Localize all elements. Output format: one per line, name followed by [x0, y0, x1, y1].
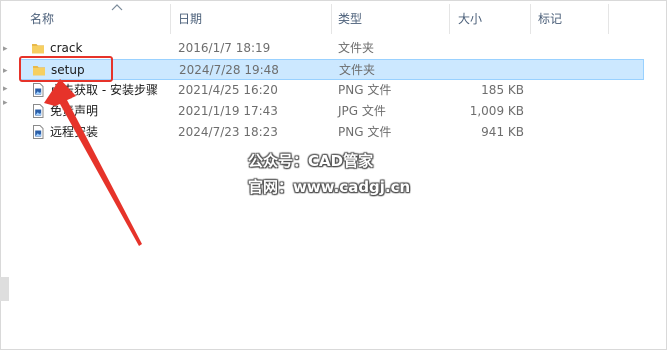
image-file-icon	[31, 125, 45, 139]
file-row[interactable]: 远程安装 2024/7/23 18:23 PNG 文件 941 KB	[20, 122, 644, 143]
file-type: PNG 文件	[338, 125, 392, 139]
navigation-pane-edge: ▸ ▸ ▸ ▸	[0, 0, 12, 350]
image-file-icon	[31, 104, 45, 118]
file-size: 185 KB	[481, 83, 524, 97]
column-divider[interactable]	[331, 4, 332, 34]
image-file-icon	[31, 83, 45, 97]
column-divider[interactable]	[449, 4, 450, 34]
watermark-line-1: 公众号：CAD管家	[248, 152, 374, 170]
column-header-name[interactable]: 名称	[30, 11, 54, 27]
file-name: 远程安装	[50, 125, 99, 139]
file-type: PNG 文件	[338, 83, 392, 97]
pin-icon: ▸	[3, 98, 8, 108]
column-divider[interactable]	[530, 4, 531, 34]
file-name: 点击获取 - 安装步骤	[50, 83, 158, 97]
file-size	[456, 38, 524, 59]
column-header-row: 名称 日期 类型 大小 标记	[20, 0, 660, 36]
file-size: 1,009 KB	[469, 104, 524, 118]
watermark: 公众号：CAD管家 官网：www.cadgj.cn	[248, 148, 448, 200]
column-divider[interactable]	[170, 4, 171, 34]
file-type: JPG 文件	[338, 104, 386, 118]
file-date: 2021/4/25 16:20	[178, 83, 278, 97]
file-size: 941 KB	[481, 125, 524, 139]
file-date: 2021/1/19 17:43	[178, 104, 278, 118]
annotation-highlight-box	[19, 56, 113, 82]
column-divider[interactable]	[608, 4, 609, 34]
column-header-tags[interactable]: 标记	[538, 11, 562, 27]
file-row[interactable]: 免责声明 2021/1/19 17:43 JPG 文件 1,009 KB	[20, 101, 644, 122]
file-row[interactable]: crack 2016/1/7 18:19 文件夹	[20, 38, 644, 59]
column-header-type[interactable]: 类型	[338, 11, 362, 27]
file-type: 文件夹	[339, 63, 376, 77]
pin-icon: ▸	[3, 66, 8, 76]
file-size	[457, 60, 525, 81]
column-header-date[interactable]: 日期	[178, 11, 202, 27]
file-name: 免责声明	[50, 104, 99, 118]
column-header-size[interactable]: 大小	[458, 11, 482, 27]
pane-scrollbar[interactable]	[0, 277, 9, 301]
pin-icon: ▸	[3, 44, 8, 54]
pin-icon: ▸	[3, 84, 8, 94]
file-type: 文件夹	[338, 41, 375, 55]
file-row[interactable]: 点击获取 - 安装步骤 2021/4/25 16:20 PNG 文件 185 KB	[20, 80, 644, 101]
sort-ascending-icon	[111, 4, 123, 11]
file-date: 2024/7/28 19:48	[179, 63, 279, 77]
file-date: 2016/1/7 18:19	[178, 41, 271, 55]
folder-icon	[31, 41, 45, 55]
watermark-line-2: 官网：www.cadgj.cn	[248, 178, 411, 196]
file-row[interactable]: setup 2024/7/28 19:48 文件夹	[20, 59, 644, 80]
file-date: 2024/7/23 18:23	[178, 125, 278, 139]
